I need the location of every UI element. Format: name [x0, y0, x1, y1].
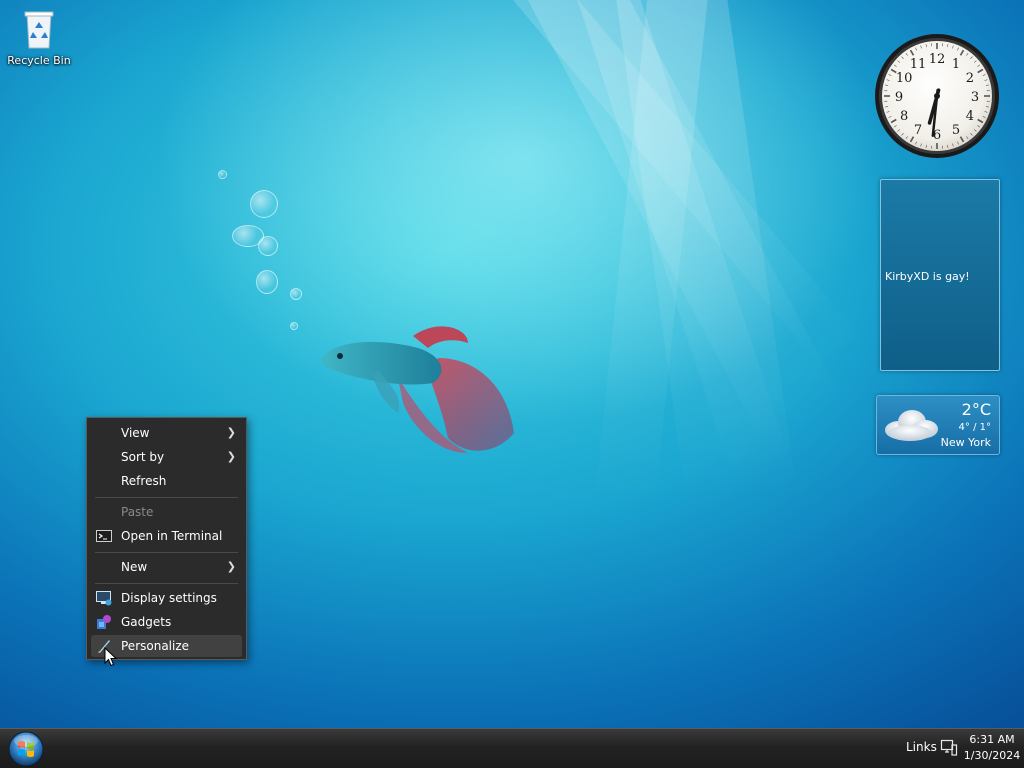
start-button[interactable]: [6, 730, 46, 768]
light-ray: [600, 0, 835, 768]
clock-number: 2: [966, 71, 974, 86]
menu-item-display-settings[interactable]: Display settings: [91, 587, 242, 609]
clock-number: 9: [895, 90, 903, 105]
clock-gadget[interactable]: 12 1 2 3 4 5 6 7 8 9 10 11: [874, 33, 1000, 159]
chevron-right-icon: ❯: [226, 426, 236, 439]
weather-range: 4° / 1°: [958, 422, 991, 433]
analog-clock-face: 12 1234567891011: [875, 34, 999, 158]
menu-separator: [95, 552, 238, 553]
menu-item-gadgets[interactable]: Gadgets: [91, 611, 242, 633]
weather-city: New York: [940, 436, 991, 449]
weather-gadget[interactable]: 2°C 4° / 1° New York: [876, 395, 1000, 455]
clock-number: 10: [896, 71, 913, 86]
clock-number: 3: [971, 90, 979, 105]
clock-number: 7: [914, 123, 922, 138]
light-ray: [566, 0, 720, 768]
menu-item-view[interactable]: View ❯: [91, 422, 242, 444]
menu-item-label: View: [121, 426, 150, 440]
menu-item-sort-by[interactable]: Sort by ❯: [91, 446, 242, 468]
betta-fish-wallpaper: [321, 326, 514, 453]
menu-item-label: New: [121, 560, 148, 574]
recycle-bin-label: Recycle Bin: [7, 54, 71, 67]
desktop[interactable]: Recycle Bin View ❯ Sort by ❯ Refresh Pas…: [0, 0, 1024, 768]
note-text[interactable]: KirbyXD is gay!: [885, 270, 970, 283]
menu-item-label: Open in Terminal: [121, 529, 223, 543]
menu-item-new[interactable]: New ❯: [91, 556, 242, 578]
bubble: [256, 270, 278, 294]
menu-item-label: Display settings: [121, 591, 217, 605]
notes-gadget[interactable]: KirbyXD is gay!: [880, 179, 1000, 371]
menu-item-label: Personalize: [121, 639, 190, 653]
chevron-right-icon: ❯: [226, 450, 236, 463]
light-ray: [541, 0, 877, 746]
bubble: [290, 322, 298, 330]
menu-item-label: Refresh: [121, 474, 167, 488]
network-icon[interactable]: [940, 739, 958, 757]
clock-number: 8: [900, 109, 908, 124]
menu-item-refresh[interactable]: Refresh: [91, 470, 242, 492]
clock-number: 5: [952, 123, 960, 138]
clock-number: 11: [910, 57, 927, 72]
menu-item-label: Sort by: [121, 450, 165, 464]
clock-number: 1: [952, 57, 960, 72]
clock-center-pin: [934, 93, 940, 99]
desktop-context-menu: View ❯ Sort by ❯ Refresh Paste Open in T…: [86, 417, 247, 660]
weather-temperature: 2°C: [961, 400, 991, 419]
menu-item-label: Gadgets: [121, 615, 172, 629]
clock-number: 12: [929, 52, 946, 67]
cloud-icon: [885, 410, 938, 441]
recycle-bin[interactable]: Recycle Bin: [4, 8, 74, 67]
taskbar-clock[interactable]: 6:31 AM 1/30/2024: [962, 732, 1022, 764]
bubble: [250, 190, 278, 218]
bubble: [218, 170, 227, 179]
gadgets-icon: [97, 615, 111, 629]
menu-item-open-in-terminal[interactable]: Open in Terminal: [91, 525, 242, 547]
menu-item-paste[interactable]: Paste: [91, 501, 242, 523]
menu-separator: [95, 583, 238, 584]
mouse-cursor-icon: [104, 647, 118, 667]
recycle-bin-icon: [24, 11, 54, 49]
taskbar: Links 6:31 AM 1/30/2024: [0, 728, 1024, 768]
chevron-right-icon: ❯: [226, 560, 236, 573]
display-settings-icon: [96, 591, 112, 606]
menu-separator: [95, 497, 238, 498]
links-toolbar[interactable]: Links: [906, 740, 937, 754]
terminal-icon: [96, 530, 112, 542]
taskbar-time: 6:31 AM: [969, 733, 1015, 746]
taskbar-date: 1/30/2024: [963, 749, 1021, 762]
bubble: [290, 288, 302, 300]
clock-number: 4: [966, 109, 974, 124]
bubble: [258, 236, 278, 256]
menu-item-label: Paste: [121, 505, 154, 519]
